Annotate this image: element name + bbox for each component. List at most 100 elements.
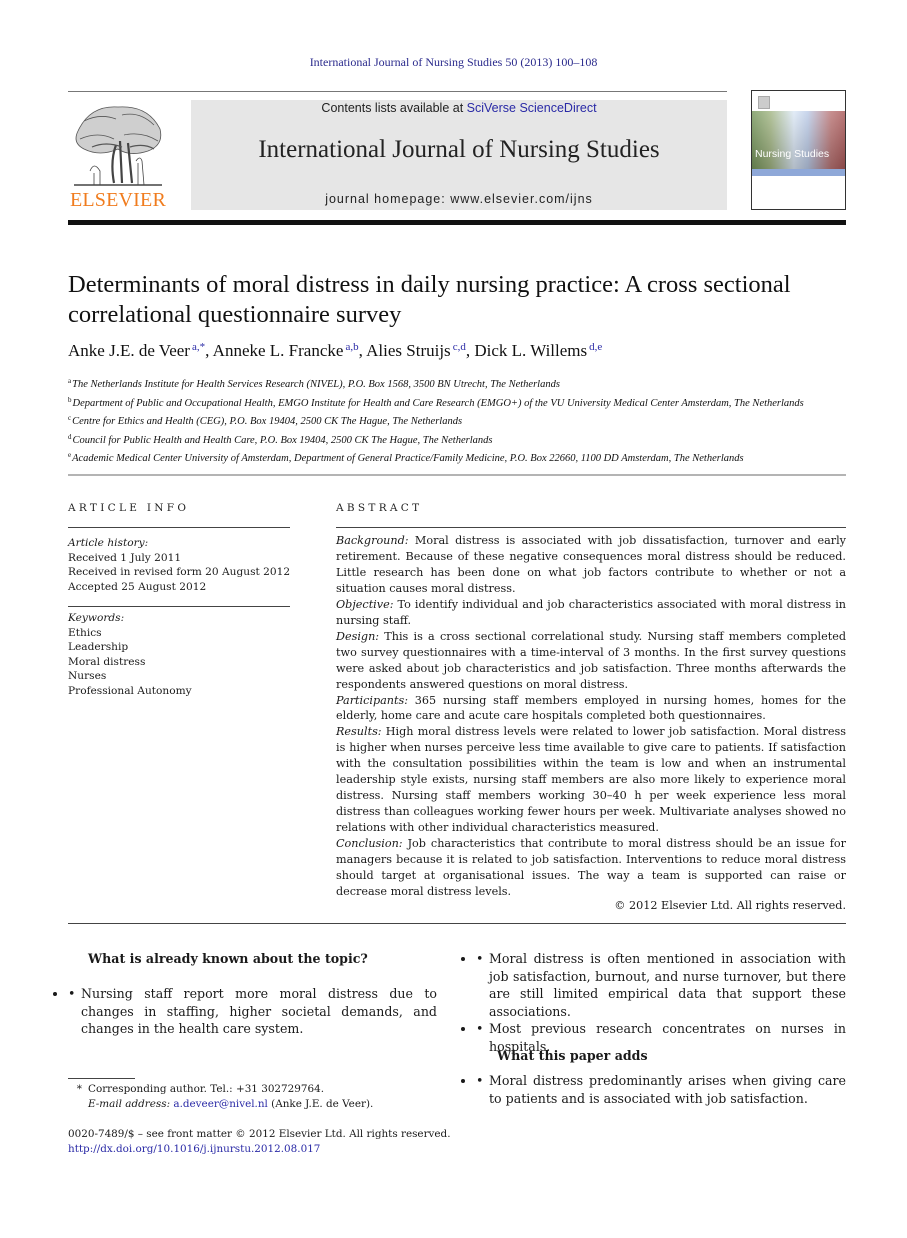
email-label: E-mail address: — [88, 1098, 174, 1110]
footnote-email-line: E-mail address: a.deveer@nivel.nl (Anke … — [68, 1097, 468, 1112]
sciencedirect-link[interactable]: SciVerse ScienceDirect — [467, 101, 597, 115]
abstract-section-label: Objective: — [336, 597, 394, 611]
contents-prefix: Contents lists available at — [321, 101, 467, 115]
cover-title: Nursing Studies — [755, 148, 830, 160]
known-list-continued: Moral distress is often mentioned in ass… — [476, 950, 846, 1055]
affiliation-text: Academic Medical Center University of Am… — [72, 453, 744, 464]
affiliation-key: b — [68, 395, 72, 404]
cover-strip — [752, 169, 845, 176]
abstract-section-label: Conclusion: — [336, 837, 403, 851]
contents-line: Contents lists available at SciVerse Sci… — [191, 100, 727, 116]
abstract-section-label: Background: — [336, 534, 409, 547]
adds-item: Moral distress predominantly arises when… — [476, 1072, 846, 1107]
author-affiliation-link[interactable]: d,e — [589, 341, 602, 353]
affiliation-key: d — [68, 432, 72, 441]
title-line-2: correlational questionnaire survey — [68, 301, 402, 328]
keywords: Keywords: Ethics Leadership Moral distre… — [68, 611, 298, 698]
history-item: Received in revised form 20 August 2012 — [68, 566, 291, 578]
author-affiliation-link[interactable]: a,* — [192, 341, 205, 353]
abstract-section-label: Participants: — [336, 693, 409, 707]
author-name: Dick L. Willems — [474, 341, 588, 360]
journal-title[interactable]: International Journal of Nursing Studies — [191, 136, 727, 164]
affiliation: aThe Netherlands Institute for Health Se… — [68, 374, 858, 393]
keywords-label: Keywords: — [68, 612, 125, 624]
running-head[interactable]: International Journal of Nursing Studies… — [0, 55, 907, 70]
tree-of-knowledge-icon — [74, 106, 162, 186]
abstract-rule — [336, 527, 846, 528]
abstract-section-text: Job characteristics that contribute to m… — [336, 837, 846, 898]
author[interactable]: Alies Struijs c,d — [366, 341, 466, 360]
author-name: Anke J.E. de Veer — [68, 341, 190, 360]
doi-link[interactable]: http://dx.doi.org/10.1016/j.ijnurstu.201… — [68, 1143, 320, 1155]
abstract-section-text: Moral distress is associated with job di… — [336, 534, 846, 595]
author-separator: , — [205, 341, 213, 360]
affiliation-text: Council for Public Health and Health Car… — [72, 434, 493, 446]
known-item: Nursing staff report more moral distress… — [68, 985, 437, 1038]
journal-cover-thumbnail[interactable]: Nursing Studies — [751, 90, 846, 210]
abstract-section-text: High moral distress levels were related … — [336, 725, 846, 835]
author-affiliation-link[interactable]: c,d — [453, 341, 466, 353]
known-heading-wrap: What is already known about the topic? — [88, 950, 368, 968]
history-item: Accepted 25 August 2012 — [68, 580, 207, 593]
corresponding-author-footnote: * Corresponding author. Tel.: +31 3027297… — [68, 1082, 468, 1112]
footnote-line: * Corresponding author. Tel.: +31 3027297… — [68, 1082, 468, 1097]
header-divider — [68, 474, 846, 476]
known-item: Moral distress is often mentioned in ass… — [476, 950, 846, 1020]
adds-heading-wrap: What this paper adds — [497, 1047, 648, 1065]
issn-line: 0020-7489/$ – see front matter © 2012 El… — [68, 1128, 451, 1140]
author-separator: , — [358, 341, 367, 360]
journal-banner: Contents lists available at SciVerse Sci… — [191, 100, 727, 210]
abstract-section: Objective: To identify individual and jo… — [336, 597, 846, 629]
keyword: Professional Autonomy — [68, 684, 192, 697]
affiliation-list: aThe Netherlands Institute for Health Se… — [68, 374, 858, 467]
keyword: Ethics — [68, 626, 102, 639]
homepage-label: journal homepage: — [325, 192, 451, 206]
title-line-1: Determinants of moral distress in daily … — [68, 271, 791, 298]
adds-list: Moral distress predominantly arises when… — [476, 1072, 846, 1107]
abstract-section-label: Design: — [336, 629, 380, 643]
abstract-section-label: Results: — [336, 725, 382, 739]
affiliation-key: e — [68, 451, 72, 459]
abstract-bottom-rule — [68, 923, 846, 924]
affiliation: bDepartment of Public and Occupational H… — [68, 393, 858, 412]
affiliation-text: The Netherlands Institute for Health Ser… — [72, 379, 560, 390]
author[interactable]: Anke J.E. de Veer a,* — [68, 341, 205, 360]
article-history-label: Article history: — [68, 537, 149, 549]
affiliation-text: Centre for Ethics and Health (CEG), P.O.… — [72, 416, 463, 427]
abstract-section: Results: High moral distress levels were… — [336, 724, 846, 836]
article-info-heading: ARTICLE INFO — [68, 502, 190, 514]
abstract-section: Design: This is a cross sectional correl… — [336, 629, 846, 693]
masthead-top-rule — [68, 91, 727, 92]
author-list: Anke J.E. de Veer a,*, Anneke L. Francke a… — [68, 341, 858, 361]
abstract-copyright: © 2012 Elsevier Ltd. All rights reserved… — [614, 899, 846, 912]
article-history: Article history: Received 1 July 2011 Re… — [68, 536, 298, 594]
homepage-link[interactable]: www.elsevier.com/ijns — [450, 192, 593, 206]
keywords-rule — [68, 606, 290, 607]
affiliation: cCentre for Ethics and Health (CEG), P.O… — [68, 411, 858, 430]
affiliation: dCouncil for Public Health and Health Ca… — [68, 430, 858, 449]
affiliation-key: c — [68, 414, 72, 422]
author[interactable]: Anneke L. Francke a,b — [213, 341, 359, 360]
abstract-section-text: 365 nursing staff members employed in nu… — [336, 693, 846, 723]
footnote-star: * — [76, 1083, 82, 1095]
abstract-section-text: To identify individual and job character… — [336, 597, 846, 627]
author-affiliation-link[interactable]: a,b — [345, 341, 358, 353]
known-heading: What is already known about the topic? — [88, 951, 368, 966]
abstract-section: Participants: 365 nursing staff members … — [336, 693, 846, 725]
author-name: Alies Struijs — [366, 341, 451, 360]
email-link[interactable]: a.deveer@nivel.nl — [173, 1098, 268, 1110]
article-info-rule — [68, 527, 290, 528]
article-title: Determinants of moral distress in daily … — [68, 270, 858, 330]
cover-artwork — [752, 111, 845, 169]
masthead-bottom-rule — [68, 220, 846, 225]
elsevier-logo[interactable]: ELSEVIER — [68, 97, 168, 212]
affiliation-text: Department of Public and Occupational He… — [72, 397, 804, 409]
abstract-section: Conclusion: Job characteristics that con… — [336, 836, 846, 900]
email-suffix: (Anke J.E. de Veer). — [267, 1098, 374, 1110]
keyword: Leadership — [68, 641, 129, 653]
affiliation: eAcademic Medical Center University of A… — [68, 448, 858, 467]
keyword: Nurses — [68, 670, 107, 682]
author[interactable]: Dick L. Willems d,e — [474, 341, 602, 360]
abstract-section-text: This is a cross sectional correlational … — [336, 629, 846, 691]
cover-elsevier-icon — [758, 96, 770, 109]
